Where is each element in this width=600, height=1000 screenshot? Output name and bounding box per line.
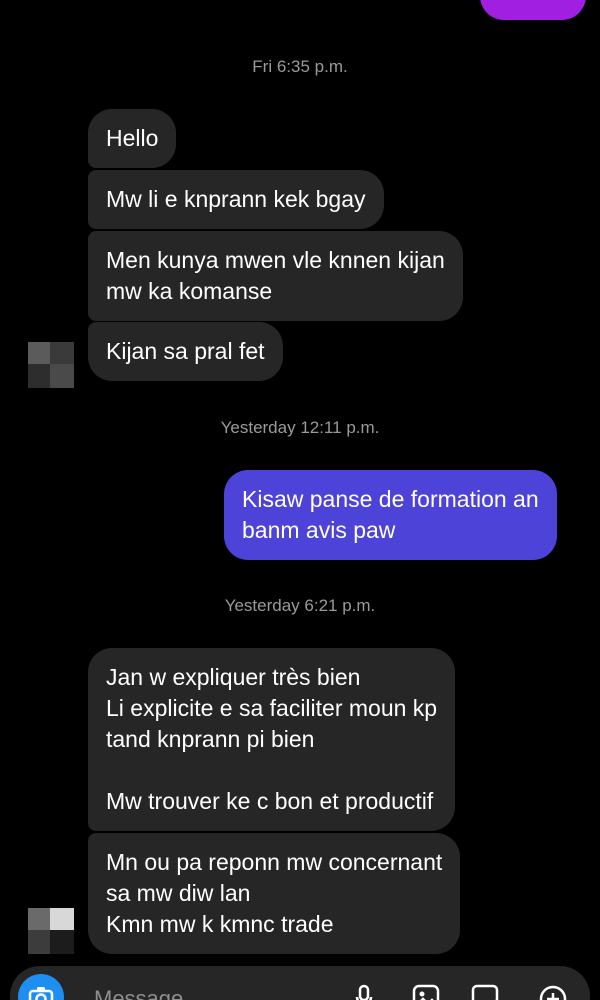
avatar[interactable] (28, 342, 74, 388)
incoming-message[interactable]: Mw li e knprann kek bgay (88, 170, 384, 229)
incoming-message[interactable]: Men kunya mwen vle knnen kijan mw ka kom… (88, 231, 463, 321)
timestamp: Yesterday 6:21 p.m. (224, 596, 376, 615)
camera-button[interactable] (18, 974, 64, 1000)
camera-icon (28, 987, 54, 1000)
incoming-message[interactable]: Kijan sa pral fet (88, 322, 283, 381)
add-icon[interactable] (538, 984, 568, 1000)
avatar[interactable] (28, 908, 74, 954)
incoming-message[interactable]: Hello (88, 109, 177, 168)
sticker-icon[interactable] (470, 984, 500, 1000)
outgoing-message[interactable]: Kisaw panse de formation an banm avis pa… (224, 470, 557, 560)
gallery-icon[interactable] (412, 984, 440, 1000)
timestamp: Yesterday 12:11 p.m. (220, 418, 380, 437)
outgoing-message-partial[interactable] (480, 0, 586, 20)
message-input[interactable]: Message... (94, 986, 202, 1000)
incoming-message[interactable]: Jan w expliquer très bien Li explicite e… (88, 648, 456, 831)
timestamp: Fri 6:35 p.m. (252, 57, 348, 76)
message-composer: Message... (10, 966, 590, 1000)
microphone-icon[interactable] (354, 984, 374, 1000)
incoming-message[interactable]: Mn ou pa reponn mw concernant sa mw diw … (88, 833, 461, 954)
chat-screen: Fri 6:35 p.m. Hello Mw li e knprann kek … (0, 0, 600, 1000)
